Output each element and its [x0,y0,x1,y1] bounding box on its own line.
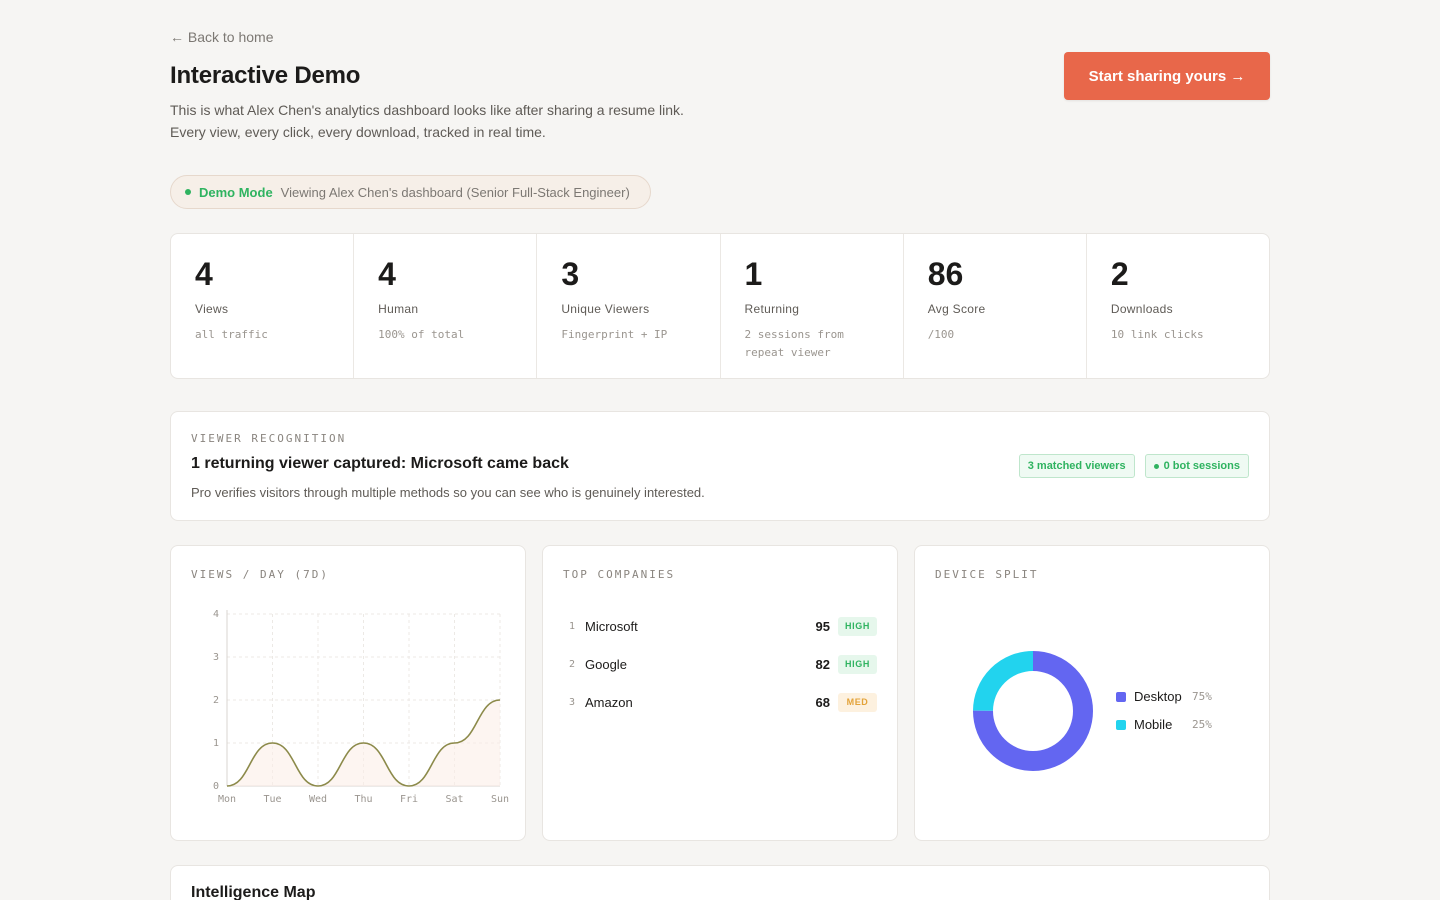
legend-desktop: Desktop 75% [1116,689,1182,704]
views-per-day-card: VIEWS / DAY (7D) 01234MonTueWedThuFriSat… [170,545,526,841]
recognition-description: Pro verifies visitors through multiple m… [191,485,1249,500]
company-name: Amazon [585,695,802,710]
section-kicker: VIEWER RECOGNITION [191,432,1249,445]
mobile-swatch-icon [1116,720,1126,730]
y-tick-label: 2 [213,695,219,706]
company-row[interactable]: 1 Microsoft 95 HIGH [563,607,877,645]
x-tick-label: Wed [309,794,327,805]
y-tick-label: 3 [213,652,219,663]
x-tick-label: Fri [400,794,418,805]
company-row[interactable]: 3 Amazon 68 MED [563,683,877,721]
stat-unique-viewers: 3 Unique Viewers Fingerprint + IP [537,234,720,378]
company-name: Google [585,657,802,672]
stat-value: 3 [561,256,695,292]
start-sharing-button[interactable]: Start sharing yours → [1064,52,1270,100]
company-score: 95 [802,619,830,634]
company-score: 68 [802,695,830,710]
x-tick-label: Sun [491,794,509,805]
matched-viewers-badge: 3 matched viewers [1019,454,1135,478]
interest-level-badge: HIGH [838,655,877,674]
intelligence-map-card: Intelligence Map [170,865,1270,900]
stat-avg-score: 86 Avg Score /100 [904,234,1087,378]
company-row[interactable]: 2 Google 82 HIGH [563,645,877,683]
x-tick-label: Mon [218,794,236,805]
interest-level-badge: MED [838,693,877,712]
bot-sessions-badge: 0 bot sessions [1145,454,1249,478]
company-rank: 1 [563,621,585,632]
legend-label: Mobile [1134,717,1172,732]
stat-sub: 10 link clicks [1111,326,1231,344]
stat-value: 4 [195,256,329,292]
stat-label: Downloads [1111,302,1245,316]
page-description: This is what Alex Chen's analytics dashb… [170,99,690,143]
company-name: Microsoft [585,619,802,634]
company-rank: 2 [563,659,585,670]
stat-label: Avg Score [928,302,1062,316]
stat-value: 1 [745,256,879,292]
y-tick-label: 1 [213,738,219,749]
intelligence-map-title: Intelligence Map [191,884,1249,900]
viewer-recognition-card: VIEWER RECOGNITION 1 returning viewer ca… [170,411,1270,521]
stat-value: 2 [1111,256,1245,292]
company-list: 1 Microsoft 95 HIGH 2 Google 82 HIGH 3 A… [563,607,877,721]
card-kicker: TOP COMPANIES [563,568,877,581]
views-line-chart: 0 1 2 3 4 Mon Tue Wed Thu Fri Sat Sun [171,546,527,842]
stat-views: 4 Views all traffic [171,234,354,378]
company-score: 82 [802,657,830,672]
stat-sub: /100 [928,326,1048,344]
stat-label: Unique Viewers [561,302,695,316]
stat-label: Human [378,302,512,316]
stat-sub: 100% of total [378,326,498,344]
stat-returning: 1 Returning 2 sessions from repeat viewe… [721,234,904,378]
bot-sessions-label: 0 bot sessions [1164,460,1240,472]
interest-level-badge: HIGH [838,617,877,636]
x-tick-label: Thu [354,794,372,805]
top-companies-card: TOP COMPANIES 1 Microsoft 95 HIGH 2 Goog… [542,545,898,841]
device-donut-chart [971,649,1095,773]
status-dot-icon [185,189,191,195]
status-dot-icon [1154,464,1159,469]
stat-downloads: 2 Downloads 10 link clicks [1087,234,1269,378]
legend-label: Desktop [1134,689,1182,704]
stat-value: 4 [378,256,512,292]
stat-label: Returning [745,302,879,316]
stat-sub: 2 sessions from repeat viewer [745,326,865,362]
stat-sub: Fingerprint + IP [561,326,681,344]
recognition-badges: 3 matched viewers 0 bot sessions [1019,454,1249,478]
stat-label: Views [195,302,329,316]
stat-human: 4 Human 100% of total [354,234,537,378]
y-tick-label: 0 [213,781,219,792]
y-tick-label: 4 [213,609,219,620]
device-split-card: DEVICE SPLIT Desktop 75% Mobile 25% [914,545,1270,841]
back-to-home-link[interactable]: ← Back to home [170,29,274,45]
stats-panel: 4 Views all traffic 4 Human 100% of tota… [170,233,1270,379]
legend-percent: 25% [1192,718,1212,731]
x-tick-label: Tue [263,794,281,805]
desktop-swatch-icon [1116,692,1126,702]
legend-mobile: Mobile 25% [1116,717,1172,732]
legend-percent: 75% [1192,690,1212,703]
stat-sub: all traffic [195,326,315,344]
demo-mode-banner: Demo Mode Viewing Alex Chen's dashboard … [170,175,651,209]
page-title: Interactive Demo [170,62,360,90]
card-kicker: DEVICE SPLIT [935,568,1249,581]
demo-banner-text: Viewing Alex Chen's dashboard (Senior Fu… [281,185,630,200]
demo-mode-label: Demo Mode [199,185,273,200]
x-tick-label: Sat [445,794,463,805]
stat-value: 86 [928,256,1062,292]
company-rank: 3 [563,697,585,708]
